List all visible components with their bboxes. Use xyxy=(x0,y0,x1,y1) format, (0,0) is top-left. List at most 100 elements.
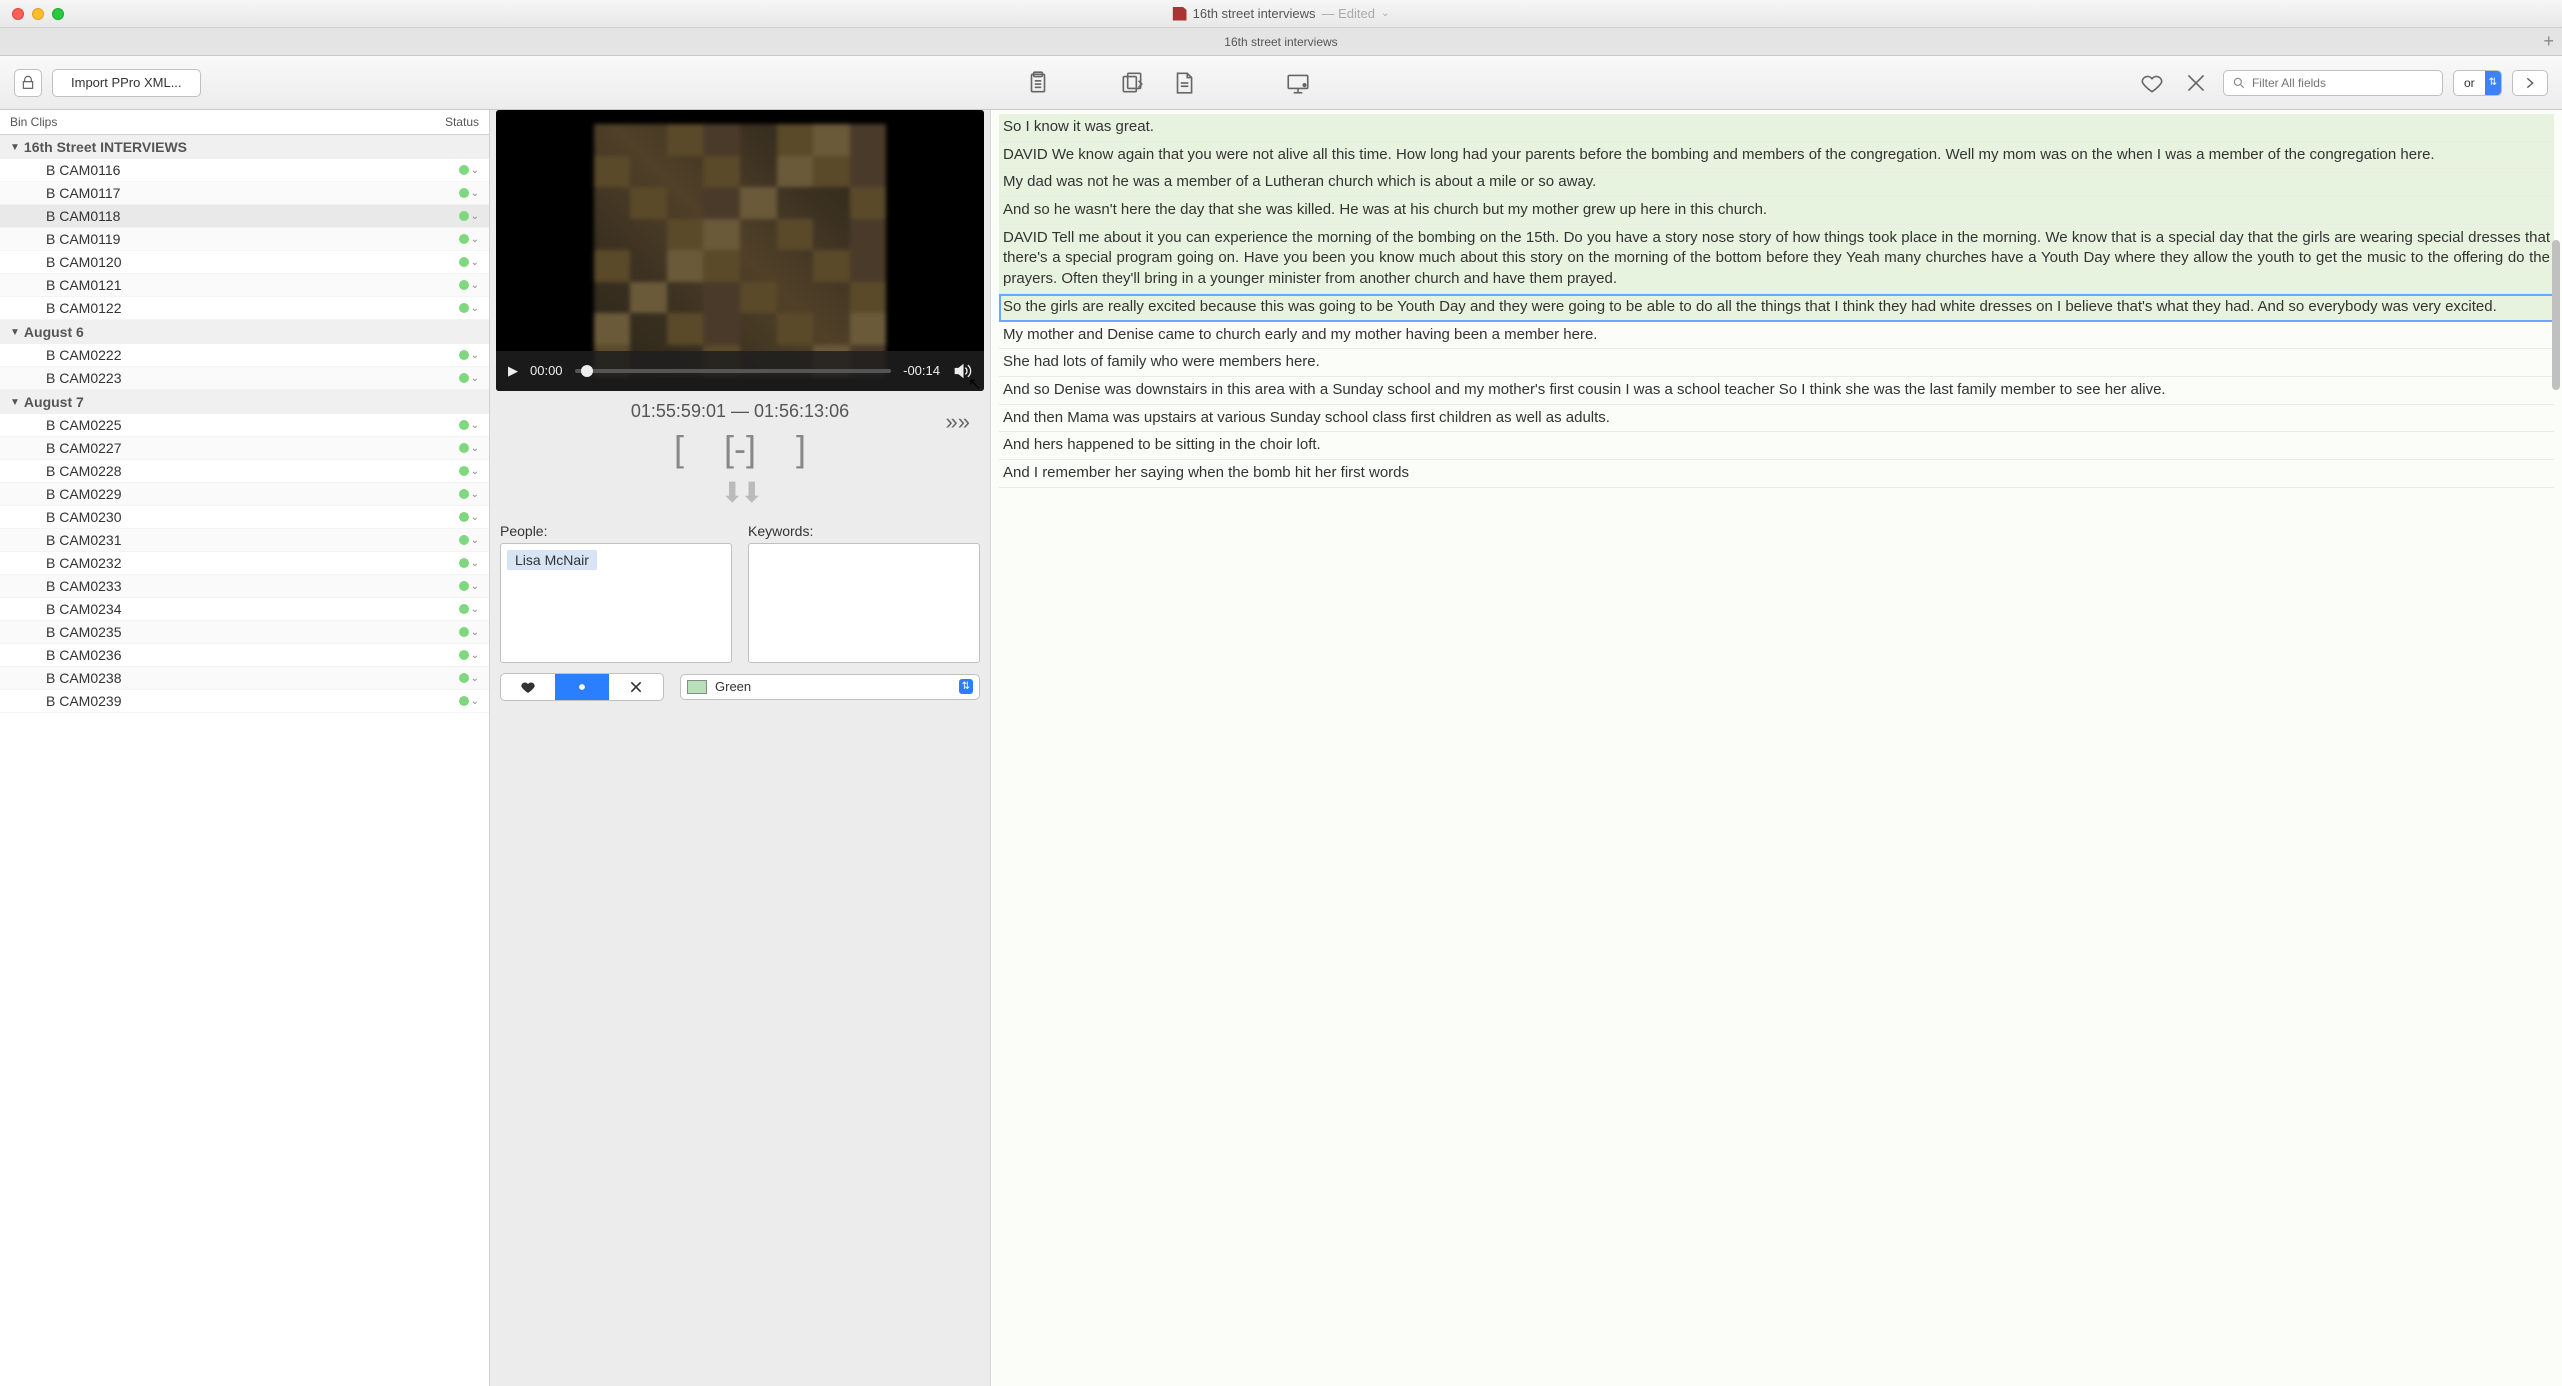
reject-x-icon[interactable] xyxy=(2179,66,2213,100)
bin-clip-row[interactable]: B CAM0225⌄ xyxy=(0,414,489,437)
import-xml-button[interactable]: Import PPro XML... xyxy=(52,69,201,97)
status-dropdown-icon[interactable]: ⌄ xyxy=(471,234,479,245)
person-tag[interactable]: Lisa McNair xyxy=(507,550,597,570)
status-dropdown-icon[interactable]: ⌄ xyxy=(471,696,479,707)
mark-out-button[interactable]: ] xyxy=(796,428,806,470)
status-dropdown-icon[interactable]: ⌄ xyxy=(471,673,479,684)
tab-active[interactable]: 16th street interviews xyxy=(1224,35,1337,49)
bin-clip-row[interactable]: B CAM0231⌄ xyxy=(0,529,489,552)
transcript-paragraph[interactable]: DAVID Tell me about it you can experienc… xyxy=(999,225,2554,294)
status-dropdown-icon[interactable]: ⌄ xyxy=(471,165,479,176)
close-window-button[interactable] xyxy=(12,8,24,20)
status-dropdown-icon[interactable]: ⌄ xyxy=(471,512,479,523)
bin-clip-row[interactable]: B CAM0121⌄ xyxy=(0,274,489,297)
title-dropdown-icon[interactable]: ⌄ xyxy=(1381,8,1389,19)
bin-clip-row[interactable]: B CAM0120⌄ xyxy=(0,251,489,274)
rating-segmented[interactable] xyxy=(500,673,664,701)
transcript-paragraph[interactable]: So I know it was great. xyxy=(999,114,2554,142)
bin-col-status[interactable]: Status xyxy=(419,110,489,134)
status-dropdown-icon[interactable]: ⌄ xyxy=(471,303,479,314)
scrollbar-thumb[interactable] xyxy=(2552,240,2560,390)
people-field[interactable]: Lisa McNair xyxy=(500,543,732,663)
status-dropdown-icon[interactable]: ⌄ xyxy=(471,373,479,384)
bin-clip-row[interactable]: B CAM0119⌄ xyxy=(0,228,489,251)
status-dropdown-icon[interactable]: ⌄ xyxy=(471,466,479,477)
bin-clip-row[interactable]: B CAM0239⌄ xyxy=(0,690,489,713)
status-dropdown-icon[interactable]: ⌄ xyxy=(471,604,479,615)
volume-icon[interactable] xyxy=(952,361,972,381)
bin-clip-row[interactable]: B CAM0222⌄ xyxy=(0,344,489,367)
transcript-paragraph[interactable]: And I remember her saying when the bomb … xyxy=(999,460,2554,488)
transcript-paragraph[interactable]: And hers happened to be sitting in the c… xyxy=(999,432,2554,460)
bin-clip-row[interactable]: B CAM0234⌄ xyxy=(0,598,489,621)
bin-group-header[interactable]: ▼ August 6 xyxy=(0,320,489,344)
bin-group-header[interactable]: ▼ August 7 xyxy=(0,390,489,414)
status-dropdown-icon[interactable]: ⌄ xyxy=(471,188,479,199)
copy-stack-icon[interactable] xyxy=(1115,66,1149,100)
minimize-window-button[interactable] xyxy=(32,8,44,20)
video-scrubber[interactable] xyxy=(575,369,892,373)
keywords-field[interactable] xyxy=(748,543,980,663)
search-input[interactable] xyxy=(2252,76,2434,90)
bin-clip-row[interactable]: B CAM0233⌄ xyxy=(0,575,489,598)
mark-in-button[interactable]: [ xyxy=(674,428,684,470)
status-dropdown-icon[interactable]: ⌄ xyxy=(471,420,479,431)
transcript-paragraph[interactable]: My dad was not he was a member of a Luth… xyxy=(999,169,2554,197)
transcript-paragraph[interactable]: DAVID We know again that you were not al… xyxy=(999,142,2554,170)
bin-clip-row[interactable]: B CAM0116⌄ xyxy=(0,159,489,182)
lock-button[interactable] xyxy=(14,69,42,97)
neutral-button[interactable] xyxy=(555,674,609,700)
bin-col-clips[interactable]: Bin Clips xyxy=(0,110,419,134)
status-dropdown-icon[interactable]: ⌄ xyxy=(471,350,479,361)
status-dropdown-icon[interactable]: ⌄ xyxy=(471,211,479,222)
heart-icon[interactable] xyxy=(2135,66,2169,100)
transcript-paragraph[interactable]: And so he wasn't here the day that she w… xyxy=(999,197,2554,225)
video-viewer[interactable]: ▶ 00:00 -00:14 xyxy=(496,110,984,391)
transcript-paragraph[interactable]: And so Denise was downstairs in this are… xyxy=(999,377,2554,405)
bin-clip-row[interactable]: B CAM0235⌄ xyxy=(0,621,489,644)
new-tab-button[interactable]: + xyxy=(2543,31,2554,52)
status-dropdown-icon[interactable]: ⌄ xyxy=(471,627,479,638)
status-dropdown-icon[interactable]: ⌄ xyxy=(471,581,479,592)
bin-clip-row[interactable]: B CAM0228⌄ xyxy=(0,460,489,483)
transcript-panel[interactable]: So I know it was great.DAVID We know aga… xyxy=(990,110,2562,1386)
bin-clip-row[interactable]: B CAM0230⌄ xyxy=(0,506,489,529)
reject-button[interactable] xyxy=(609,674,663,700)
status-dropdown-icon[interactable]: ⌄ xyxy=(471,443,479,454)
play-button[interactable]: ▶ xyxy=(508,363,518,379)
document-icon[interactable] xyxy=(1167,66,1201,100)
bin-clip-row[interactable]: B CAM0117⌄ xyxy=(0,182,489,205)
status-dropdown-icon[interactable]: ⌄ xyxy=(471,558,479,569)
bin-clip-row[interactable]: B CAM0227⌄ xyxy=(0,437,489,460)
bin-clip-row[interactable]: B CAM0223⌄ xyxy=(0,367,489,390)
monitor-icon[interactable] xyxy=(1281,66,1315,100)
clipboard-icon[interactable] xyxy=(1021,66,1055,100)
send-down-button[interactable]: ⬇⬇ xyxy=(721,477,760,508)
bin-clip-row[interactable]: B CAM0232⌄ xyxy=(0,552,489,575)
bin-clip-row[interactable]: B CAM0236⌄ xyxy=(0,644,489,667)
transcript-paragraph[interactable]: And then Mama was upstairs at various Su… xyxy=(999,405,2554,433)
status-dot xyxy=(459,443,469,453)
status-dropdown-icon[interactable]: ⌄ xyxy=(471,650,479,661)
status-dropdown-icon[interactable]: ⌄ xyxy=(471,489,479,500)
next-button[interactable] xyxy=(2512,70,2548,96)
search-field[interactable] xyxy=(2223,70,2443,96)
zoom-window-button[interactable] xyxy=(52,8,64,20)
bin-clip-row[interactable]: B CAM0229⌄ xyxy=(0,483,489,506)
bin-list[interactable]: ▼ 16th Street INTERVIEWSB CAM0116⌄B CAM0… xyxy=(0,135,489,1386)
status-dropdown-icon[interactable]: ⌄ xyxy=(471,535,479,546)
status-dropdown-icon[interactable]: ⌄ xyxy=(471,257,479,268)
clear-marks-button[interactable]: [‑] xyxy=(724,428,756,470)
bin-clip-row[interactable]: B CAM0118⌄ xyxy=(0,205,489,228)
color-select[interactable]: Green ⇅ xyxy=(680,674,980,700)
bin-group-header[interactable]: ▼ 16th Street INTERVIEWS xyxy=(0,135,489,159)
transcript-paragraph[interactable]: She had lots of family who were members … xyxy=(999,349,2554,377)
transcript-paragraph[interactable]: My mother and Denise came to church earl… xyxy=(999,322,2554,350)
status-dropdown-icon[interactable]: ⌄ xyxy=(471,280,479,291)
filter-mode-select[interactable]: or ⇅ xyxy=(2453,70,2502,96)
transcript-paragraph[interactable]: So the girls are really excited because … xyxy=(999,294,2554,322)
favorite-button[interactable] xyxy=(501,674,555,700)
fast-forward-icon[interactable]: »» xyxy=(946,409,970,435)
bin-clip-row[interactable]: B CAM0122⌄ xyxy=(0,297,489,320)
bin-clip-row[interactable]: B CAM0238⌄ xyxy=(0,667,489,690)
